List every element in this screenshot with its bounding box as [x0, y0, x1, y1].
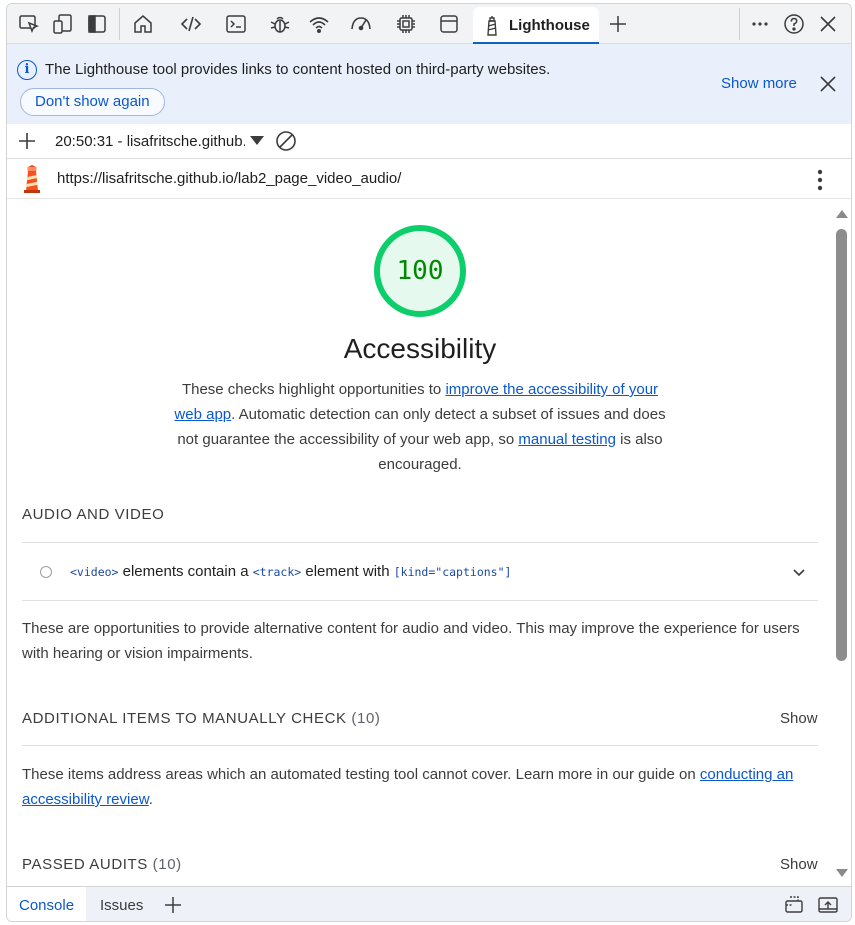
- drawer-tabbar: Console Issues: [7, 886, 851, 921]
- close-devtools-icon[interactable]: [814, 10, 842, 38]
- dock-drawer-icon[interactable]: [783, 895, 805, 915]
- drawer-tab-console[interactable]: Console: [7, 887, 87, 921]
- inspect-element-icon[interactable]: [15, 10, 43, 38]
- toggle-sidebar-icon[interactable]: [83, 10, 111, 38]
- audio-video-description: These are opportunities to provide alter…: [22, 620, 800, 662]
- clear-reports-icon[interactable]: [275, 130, 297, 152]
- divider: [22, 542, 818, 543]
- welcome-home-icon[interactable]: [129, 10, 157, 38]
- report-menu-icon[interactable]: [813, 167, 827, 193]
- divider: [22, 600, 818, 601]
- report-selector-bar: 20:50:31 - lisafritsche.github.i: [7, 124, 851, 159]
- application-window-icon[interactable]: [435, 10, 463, 38]
- sources-bug-icon[interactable]: [266, 10, 294, 38]
- network-wifi-icon[interactable]: [305, 10, 333, 38]
- report-url: https://lisafritsche.github.io/lab2_page…: [57, 170, 402, 187]
- memory-chip-icon[interactable]: [392, 10, 420, 38]
- info-icon: i: [17, 60, 37, 80]
- score-value: 100: [396, 256, 444, 286]
- close-infobar-icon[interactable]: [817, 73, 839, 95]
- show-more-link[interactable]: Show more: [721, 75, 797, 92]
- devtools-window: Lighthouse i The Lighthouse tool provide…: [6, 3, 852, 922]
- manual-testing-link[interactable]: manual testing: [518, 431, 616, 448]
- dropdown-caret-icon[interactable]: [250, 136, 264, 145]
- show-manual-button[interactable]: Show: [780, 710, 818, 727]
- scrollbar[interactable]: [833, 199, 851, 886]
- help-icon[interactable]: [780, 10, 808, 38]
- scroll-down-arrow-icon[interactable]: [836, 869, 848, 877]
- category-desc-text-1: These checks highlight opportunities to: [181, 381, 446, 398]
- divider: [22, 745, 818, 746]
- scrollbar-thumb[interactable]: [836, 229, 847, 661]
- chevron-down-icon[interactable]: [791, 564, 807, 580]
- group-title-manual: ADDITIONAL ITEMS TO MANUALLY CHECK (10): [22, 710, 381, 727]
- category-description: These checks highlight opportunities to …: [167, 377, 673, 477]
- tab-lighthouse[interactable]: Lighthouse: [473, 7, 599, 44]
- add-panel-icon[interactable]: [604, 10, 632, 38]
- main-toolbar: Lighthouse: [7, 4, 851, 44]
- audit-title: <video> elements contain a <track> eleme…: [70, 563, 512, 580]
- console-icon[interactable]: [222, 10, 250, 38]
- lighthouse-tab-icon: [487, 15, 497, 36]
- category-title: Accessibility: [343, 333, 497, 364]
- device-emulation-icon[interactable]: [49, 10, 77, 38]
- report-url-bar: https://lisafritsche.github.io/lab2_page…: [7, 159, 851, 199]
- group-title-audio-video: AUDIO AND VIDEO: [22, 506, 165, 523]
- report-content: 100 Accessibility These checks highlight…: [7, 199, 833, 886]
- elements-icon[interactable]: [177, 10, 205, 38]
- report-select[interactable]: 20:50:31 - lisafritsche.github.i: [55, 133, 245, 150]
- group-title-passed: PASSED AUDITS (10): [22, 856, 182, 873]
- audit-status-icon: [40, 566, 52, 578]
- performance-gauge-icon[interactable]: [347, 10, 375, 38]
- scroll-up-arrow-icon[interactable]: [836, 210, 848, 218]
- add-drawer-tab-icon[interactable]: [163, 895, 183, 915]
- show-passed-button[interactable]: Show: [780, 856, 818, 873]
- audit-video-caption[interactable]: <video> elements contain a <track> eleme…: [22, 544, 818, 600]
- tab-lighthouse-label: Lighthouse: [509, 17, 590, 34]
- new-report-icon[interactable]: [17, 131, 37, 151]
- infobar: i The Lighthouse tool provides links to …: [7, 44, 851, 124]
- close-drawer-icon[interactable]: [817, 895, 839, 915]
- dont-show-again-button[interactable]: Don't show again: [20, 88, 165, 116]
- infobar-message: The Lighthouse tool provides links to co…: [45, 61, 551, 78]
- drawer-tab-issues[interactable]: Issues: [88, 887, 155, 921]
- score-gauge: 100: [374, 225, 466, 317]
- more-options-icon[interactable]: [746, 10, 774, 38]
- lighthouse-logo-icon: [21, 165, 43, 193]
- manual-description: These items address areas which an autom…: [22, 766, 794, 808]
